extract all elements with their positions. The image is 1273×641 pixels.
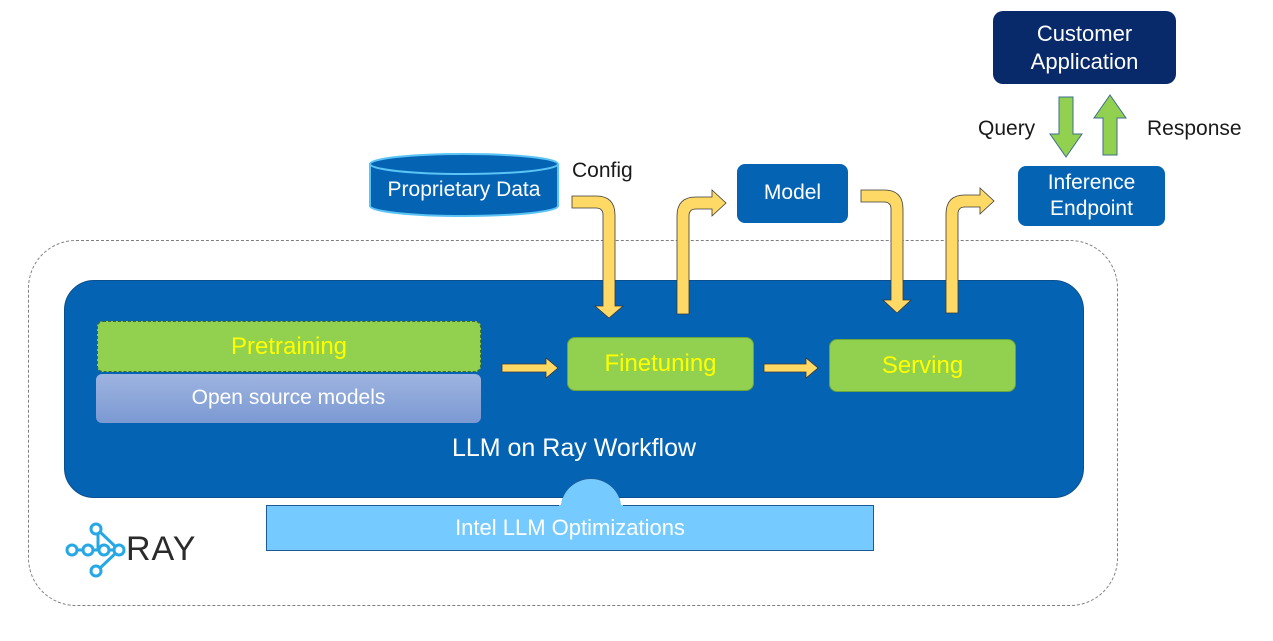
proprietary-data-node: Proprietary Data [387,177,541,201]
ray-logo-text: RAY [126,530,197,568]
arrow-finetuning-to-model [676,189,727,315]
response-arrow-up-icon [1093,94,1127,156]
config-label: Config [572,159,633,182]
arrow-config-to-finetuning [571,195,625,319]
arrow-pretraining-to-finetuning [501,357,559,379]
ray-logo-icon [65,522,126,578]
arrow-serving-to-inference [945,187,995,314]
arrow-finetuning-to-serving [763,357,819,379]
query-arrow-down-icon [1049,96,1083,158]
query-label: Query [978,117,1036,140]
response-label: Response [1147,117,1242,140]
arrow-model-to-serving [860,189,913,314]
